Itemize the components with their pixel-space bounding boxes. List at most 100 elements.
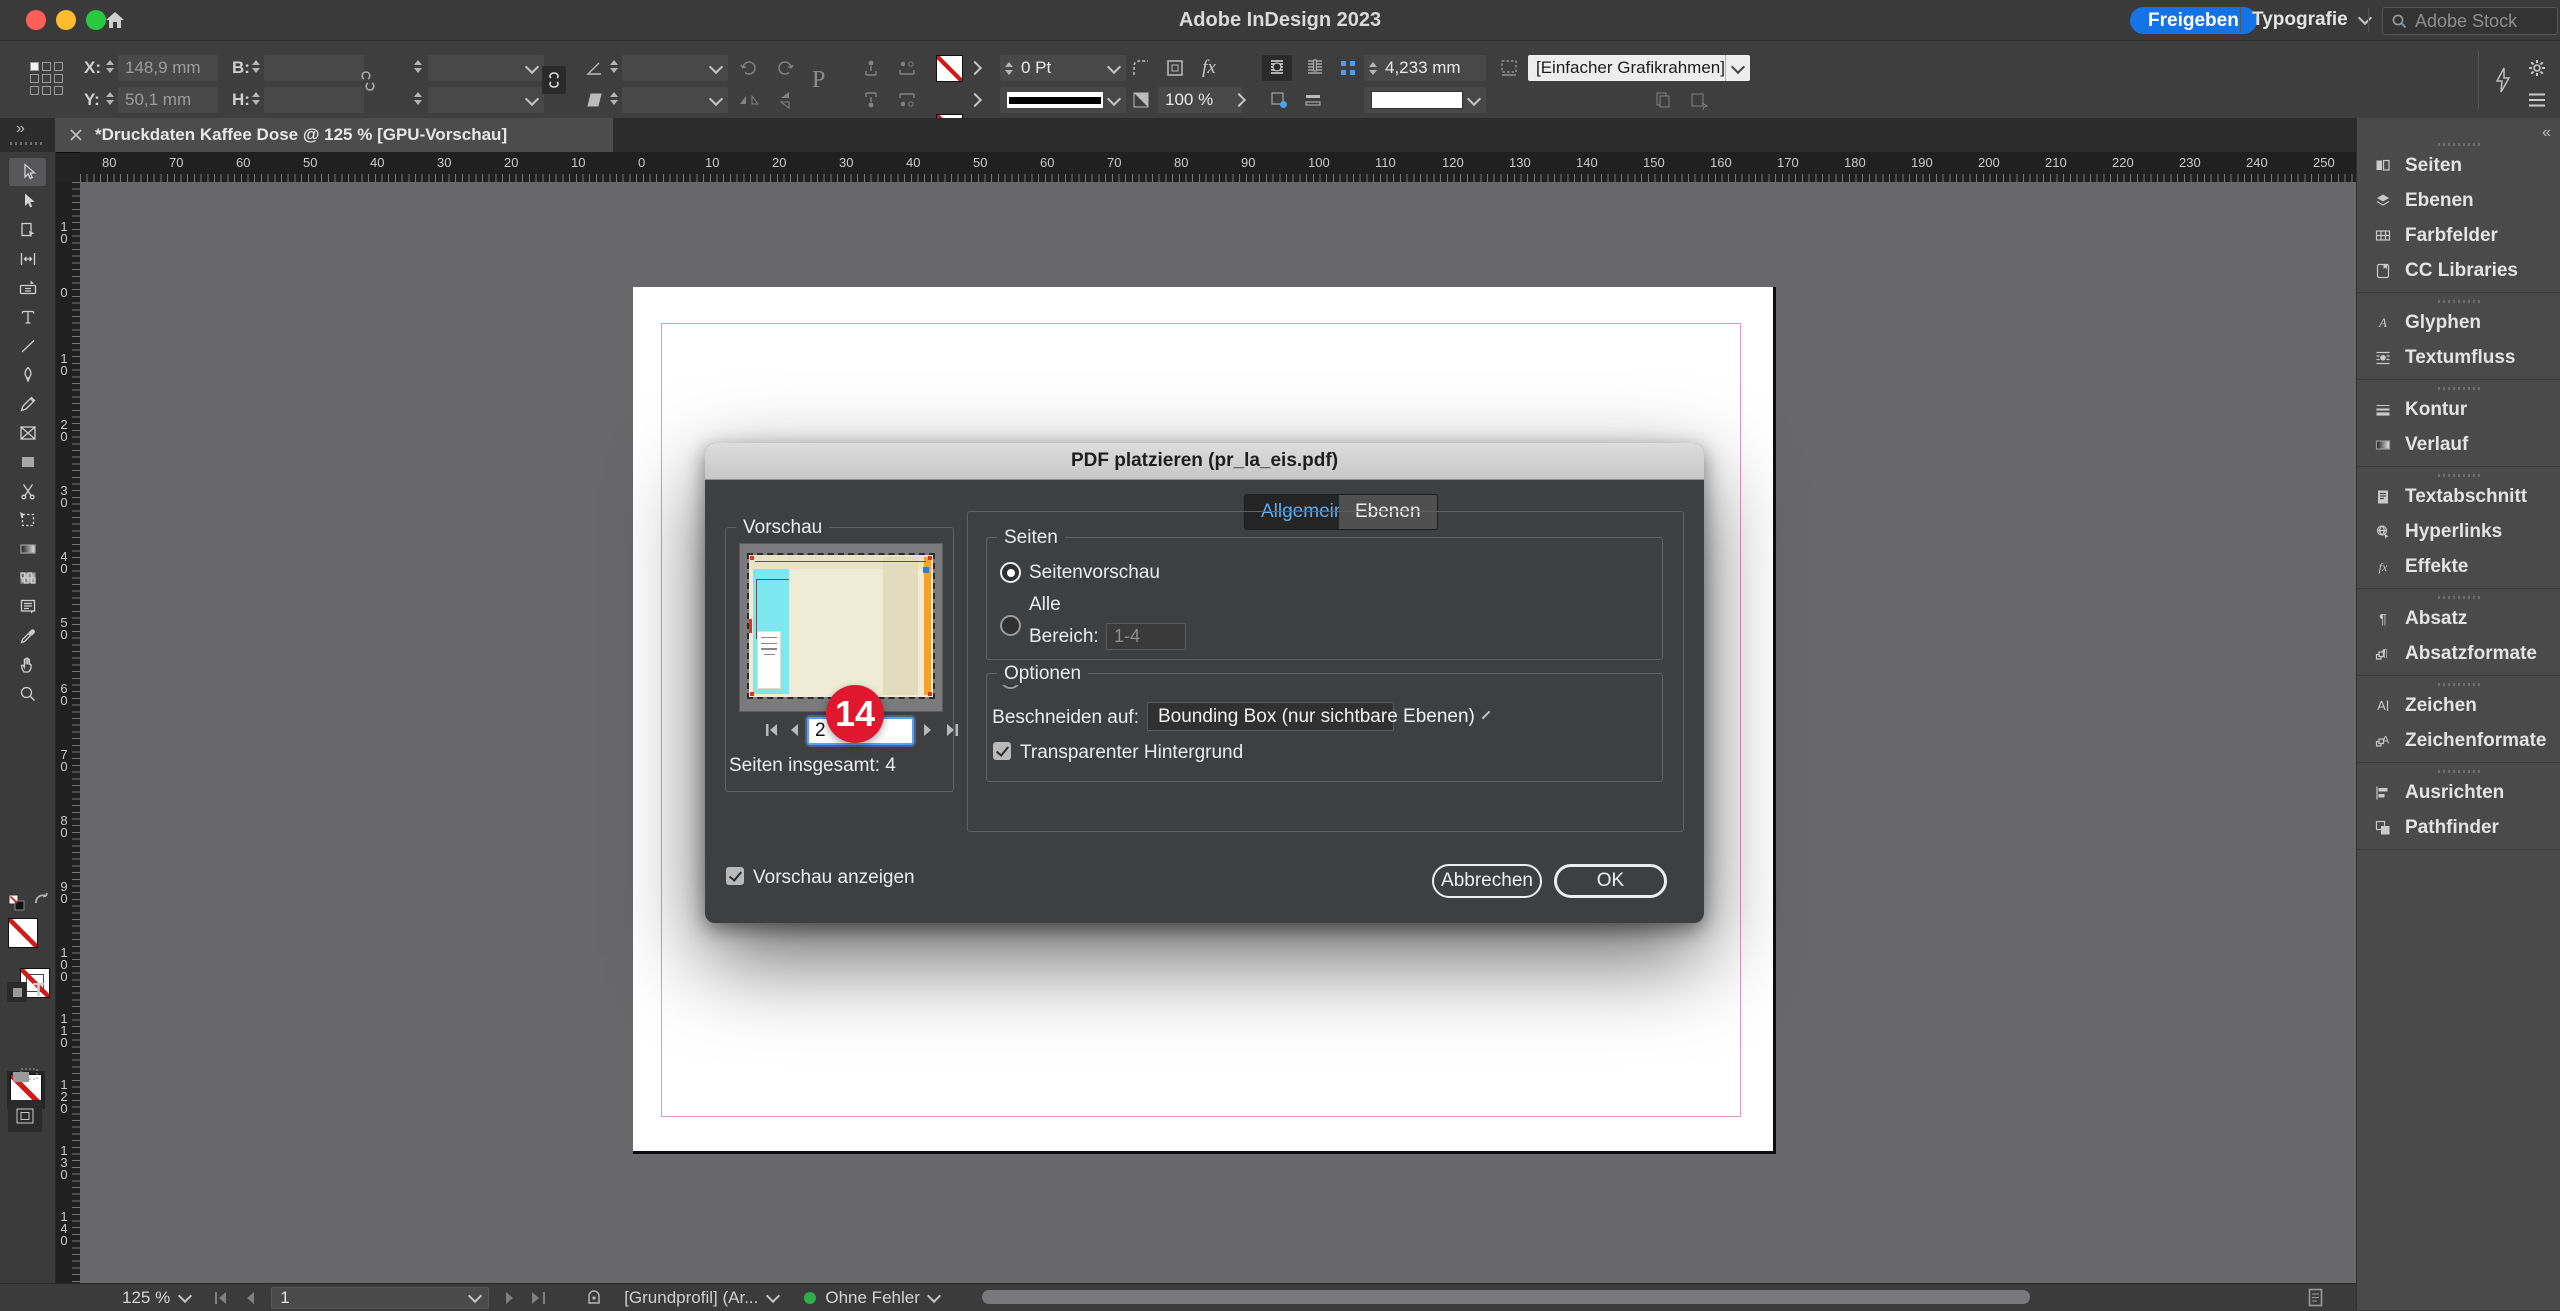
object-effects-icon[interactable]	[1300, 87, 1326, 113]
x-field[interactable]: 148,9 mm	[118, 55, 218, 81]
panel-group-drag-handle[interactable]	[2357, 384, 2560, 392]
y-stepper[interactable]	[104, 87, 116, 109]
zoom-tool[interactable]	[9, 680, 46, 708]
corner-shape-dropdown[interactable]	[1364, 87, 1486, 113]
panel-item-ebenen[interactable]: Ebenen	[2357, 183, 2560, 218]
page-tool[interactable]	[9, 216, 46, 244]
formatting-affects-container-icon[interactable]	[7, 982, 27, 1002]
text-wrap-none-icon[interactable]	[1262, 55, 1292, 81]
line-tool[interactable]	[9, 332, 46, 360]
export-snippet-icon[interactable]	[1650, 87, 1676, 113]
pen-tool[interactable]	[9, 361, 46, 389]
radio-alle[interactable]	[1000, 615, 1021, 636]
panel-item-absatz[interactable]: ¶ Absatz	[2357, 601, 2560, 636]
constrain-scale-toggle[interactable]	[542, 66, 566, 94]
panel-item-textabschnitt[interactable]: Textabschnitt	[2357, 479, 2560, 514]
panel-item-effekte[interactable]: fx Effekte	[2357, 549, 2560, 584]
opacity-field[interactable]: 100 %	[1158, 87, 1242, 113]
default-fill-stroke-icon[interactable]	[8, 894, 26, 912]
range-input[interactable]	[1106, 623, 1186, 650]
gear-icon[interactable]	[2524, 55, 2550, 81]
collapse-dock-icon[interactable]: «	[2542, 124, 2551, 142]
note-tool[interactable]	[9, 593, 46, 621]
gradient-swatch-tool[interactable]	[9, 535, 46, 563]
first-spread-button[interactable]	[214, 1291, 229, 1304]
next-page-button[interactable]	[922, 723, 934, 737]
effects-fx-icon[interactable]: fx	[1196, 55, 1222, 81]
rotate-cw-icon[interactable]	[772, 55, 798, 81]
panel-group-drag-handle[interactable]	[2357, 767, 2560, 775]
preflight-profile-dropdown[interactable]: [Grundprofil] (Ar...	[624, 1288, 781, 1308]
panel-item-zeichenformate[interactable]: A Zeichenformate	[2357, 723, 2560, 758]
object-style-dropdown[interactable]: [Einfacher Grafikrahmen]+	[1528, 55, 1750, 81]
flip-horizontal-icon[interactable]	[736, 87, 762, 113]
free-transform-tool[interactable]	[9, 506, 46, 534]
height-field[interactable]	[264, 87, 364, 113]
page-number-dropdown[interactable]: 1	[271, 1286, 490, 1309]
height-stepper[interactable]	[250, 87, 262, 109]
gap-tool[interactable]	[9, 245, 46, 273]
stock-search-input[interactable]: Adobe Stock	[2382, 7, 2558, 35]
relink-down-icon[interactable]	[858, 87, 884, 113]
panel-item-textumfluss[interactable]: Textumfluss	[2357, 340, 2560, 375]
type-tool[interactable]	[9, 303, 46, 331]
fill-swatch[interactable]	[8, 918, 38, 948]
opacity-icon[interactable]	[1128, 87, 1154, 113]
cancel-button[interactable]: Abbrechen	[1432, 864, 1542, 898]
flip-vertical-icon[interactable]	[772, 87, 798, 113]
fill-color-swatch[interactable]	[936, 55, 963, 82]
panel-group-drag-handle[interactable]	[2357, 471, 2560, 479]
relink-both-icon[interactable]	[894, 87, 920, 113]
panel-item-pathfinder[interactable]: Pathfinder	[2357, 810, 2560, 845]
frame-fitting-icon[interactable]	[1162, 55, 1188, 81]
panel-item-hyperlinks[interactable]: Hyperlinks	[2357, 514, 2560, 549]
width-stepper[interactable]	[250, 55, 262, 77]
shear-stepper[interactable]	[608, 87, 620, 109]
workspace-switcher[interactable]: Typografie	[2252, 9, 2372, 31]
next-spread-button[interactable]	[505, 1291, 515, 1304]
panel-item-verlauf[interactable]: Verlauf	[2357, 427, 2560, 462]
width-field[interactable]	[264, 55, 364, 81]
dialog-title[interactable]: PDF platzieren (pr_la_eis.pdf)	[705, 443, 1704, 480]
frame-tool[interactable]	[9, 419, 46, 447]
export-capture-icon[interactable]	[1686, 87, 1712, 113]
previous-page-button[interactable]	[788, 723, 800, 737]
panel-group-drag-handle[interactable]	[2357, 593, 2560, 601]
pencil-tool[interactable]	[9, 390, 46, 418]
panel-item-seiten[interactable]: Seiten	[2357, 148, 2560, 183]
zoom-level-dropdown[interactable]: 125 %	[122, 1288, 193, 1308]
opacity-flyout-chevron-icon[interactable]	[1231, 87, 1247, 113]
view-options-icon[interactable]	[12, 1068, 38, 1086]
horizontal-scrollbar[interactable]	[982, 1290, 2030, 1304]
y-field[interactable]: 50,1 mm	[118, 87, 218, 113]
scale-x-dropdown[interactable]	[428, 55, 544, 81]
panel-group-drag-handle[interactable]	[2357, 680, 2560, 688]
swap-fill-stroke-icon[interactable]	[32, 892, 50, 908]
scale-y-stepper[interactable]	[412, 87, 424, 109]
stroke-weight-dropdown[interactable]: 0 Pt	[1000, 55, 1126, 81]
page-fit-icon[interactable]	[2308, 1288, 2323, 1307]
show-preview-checkbox[interactable]	[726, 867, 744, 885]
shear-dropdown[interactable]	[622, 87, 728, 113]
panel-item-zeichen[interactable]: A Zeichen	[2357, 688, 2560, 723]
corner-options-icon[interactable]	[1128, 55, 1154, 81]
text-wrap-bounding-icon[interactable]	[1300, 55, 1330, 81]
share-button[interactable]: Freigeben	[2130, 7, 2257, 34]
direct-selection-tool[interactable]	[9, 187, 46, 215]
ruler-origin-corner[interactable]	[55, 152, 82, 184]
preflight-icon[interactable]	[586, 1289, 602, 1307]
crop-dropdown[interactable]: Bounding Box (nur sichtbare Ebenen)	[1147, 702, 1491, 731]
panel-menu-icon[interactable]	[2524, 87, 2550, 113]
reference-point-proxy[interactable]	[30, 62, 63, 95]
collapse-tools-icon[interactable]: »	[16, 120, 25, 138]
x-stepper[interactable]	[104, 55, 116, 77]
relink-up-icon[interactable]	[858, 55, 884, 81]
previous-spread-button[interactable]	[245, 1291, 255, 1304]
select-container-icon[interactable]: P	[812, 67, 825, 94]
gpu-performance-icon[interactable]	[2494, 67, 2512, 93]
rotation-dropdown[interactable]	[622, 55, 728, 81]
rotation-stepper[interactable]	[608, 55, 620, 77]
screen-mode-button[interactable]	[8, 1100, 42, 1132]
panel-item-cc-libraries[interactable]: CC Libraries	[2357, 253, 2560, 288]
rotate-ccw-icon[interactable]	[736, 55, 762, 81]
